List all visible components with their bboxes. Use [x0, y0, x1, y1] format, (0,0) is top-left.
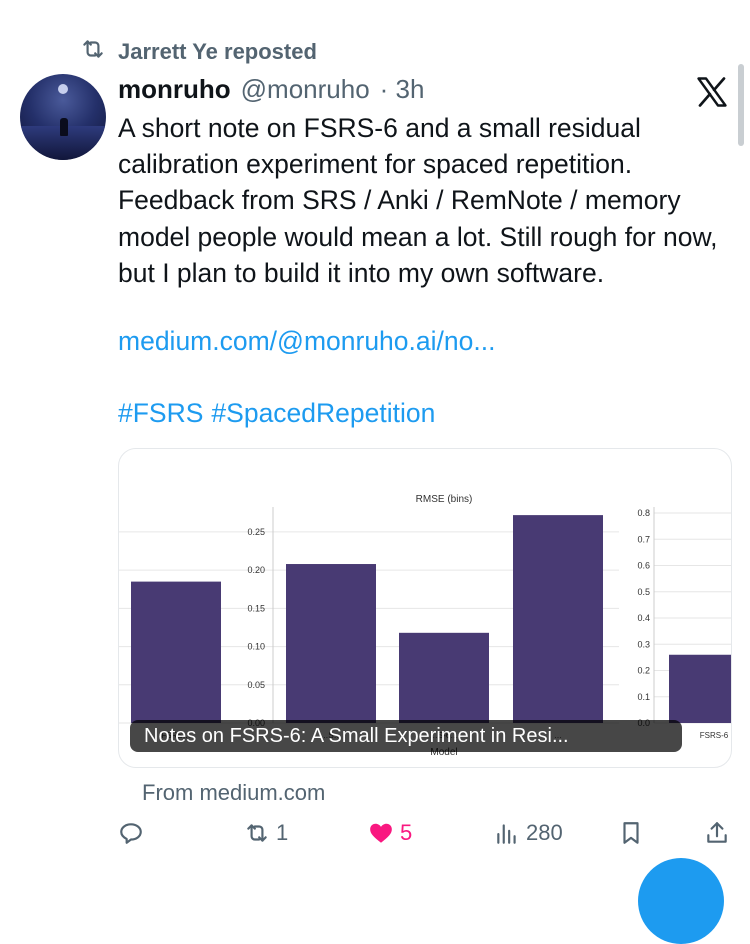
like-count: 5: [400, 820, 413, 845]
action-bar: 1 5 280: [0, 820, 750, 860]
overlay-title: RMSE (bins): [416, 494, 473, 505]
repost-count: 1: [276, 820, 289, 845]
avatar[interactable]: [20, 74, 106, 160]
bookmark-icon: [623, 822, 639, 844]
bar: [513, 515, 603, 723]
repost-label[interactable]: Jarrett Ye reposted: [118, 39, 317, 65]
tweet-text: A short note on FSRS-6 and a small resid…: [118, 113, 718, 288]
overlay-bar: [669, 654, 731, 723]
scrollbar[interactable]: [738, 64, 744, 146]
like-button[interactable]: 5: [368, 820, 412, 846]
repost-header[interactable]: Jarrett Ye reposted: [80, 36, 317, 68]
overlay-tick-label: 0.5: [637, 587, 650, 597]
author-name[interactable]: monruho: [118, 74, 231, 105]
heart-icon: [370, 823, 392, 843]
hashtag-fsrs[interactable]: #FSRS: [118, 398, 203, 429]
share-icon: [707, 822, 727, 843]
card-title[interactable]: Notes on FSRS-6: A Small Experiment in R…: [130, 720, 682, 752]
tweet-time[interactable]: · 3h: [380, 74, 425, 105]
tweet-header: monruho @monruho · 3h: [118, 74, 424, 105]
overlay-tick-label: 0.7: [637, 534, 650, 544]
views-icon: [497, 824, 516, 844]
tweet-link[interactable]: medium.com/@monruho.ai/no...: [118, 326, 495, 357]
overlay-tick-label: 0.1: [637, 692, 650, 702]
bookmark-button[interactable]: [618, 820, 644, 846]
y-tick-label: 0.15: [247, 603, 265, 613]
repost-button[interactable]: 1: [244, 820, 288, 846]
overlay-x-tick-label: FSRS-6: [700, 731, 729, 740]
y-tick-label: 0.20: [247, 565, 265, 575]
share-button[interactable]: [704, 820, 730, 846]
overlay-tick-label: 0.2: [637, 666, 650, 676]
bar: [399, 632, 489, 723]
y-tick-label: 0.05: [247, 680, 265, 690]
hashtag-spaced-repetition[interactable]: #SpacedRepetition: [211, 398, 435, 429]
repost-icon: [247, 824, 267, 842]
bar: [286, 564, 376, 723]
overlay-tick-label: 0.6: [637, 561, 650, 571]
reply-button[interactable]: [118, 820, 144, 846]
y-tick-label: 0.10: [247, 642, 265, 652]
views-count: 280: [526, 820, 563, 845]
overlay-tick-label: 0.4: [637, 613, 650, 623]
author-handle[interactable]: @monruho: [241, 74, 370, 105]
views-button[interactable]: 280: [494, 820, 563, 846]
reply-icon: [120, 823, 142, 844]
compose-button[interactable]: [638, 858, 724, 944]
bar: [131, 581, 221, 723]
x-logo-icon[interactable]: [694, 74, 730, 110]
card-source[interactable]: From medium.com: [142, 780, 325, 806]
overlay-tick-label: 0.3: [637, 639, 650, 649]
overlay-tick-label: 0.8: [637, 508, 650, 518]
hashtags: #FSRS #SpacedRepetition: [118, 398, 435, 429]
repost-icon: [80, 36, 106, 68]
y-tick-label: 0.25: [247, 527, 265, 537]
